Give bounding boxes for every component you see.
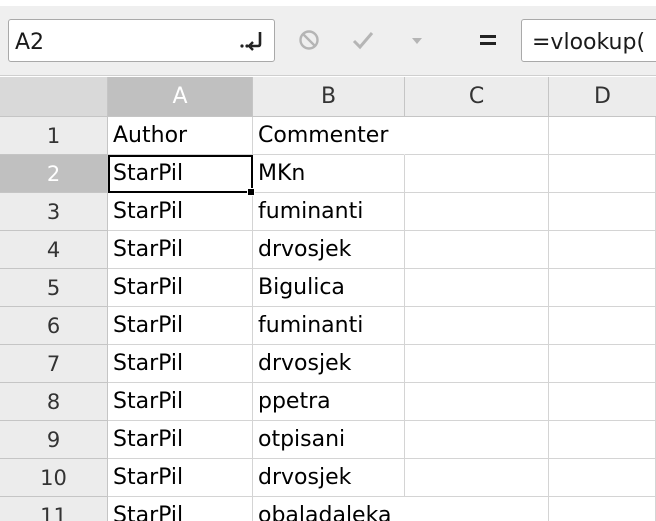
column-header-label: B	[320, 84, 337, 109]
cell-c11[interactable]	[405, 497, 549, 521]
cell-a4[interactable]: StarPil	[108, 231, 253, 269]
cell-a7[interactable]: StarPil	[108, 345, 253, 383]
name-box-value: A2	[15, 30, 45, 55]
name-box[interactable]: A2	[8, 19, 275, 62]
cell-a5[interactable]: StarPil	[108, 269, 253, 307]
cell-b9[interactable]: otpisani	[253, 421, 405, 459]
cell-b4[interactable]: drvosjek	[253, 231, 405, 269]
row-header[interactable]: 5	[0, 269, 108, 307]
cell-c7[interactable]	[405, 345, 549, 383]
cell-c2[interactable]	[405, 155, 549, 193]
row-header[interactable]: 3	[0, 193, 108, 231]
row-header[interactable]: 4	[0, 231, 108, 269]
row-header[interactable]: 10	[0, 459, 108, 497]
fill-handle[interactable]	[247, 188, 255, 196]
row-header[interactable]: 8	[0, 383, 108, 421]
cell-b5[interactable]: Bigulica	[253, 269, 405, 307]
cell-d2[interactable]	[549, 155, 656, 193]
cell-a3[interactable]: StarPil	[108, 193, 253, 231]
cell-a8[interactable]: StarPil	[108, 383, 253, 421]
cell-a11[interactable]: StarPil	[108, 497, 253, 521]
cell-d5[interactable]	[549, 269, 656, 307]
cell-b3[interactable]: fuminanti	[253, 193, 405, 231]
cell-a6[interactable]: StarPil	[108, 307, 253, 345]
cell-c1[interactable]	[405, 117, 549, 155]
cell-c6[interactable]	[405, 307, 549, 345]
cell-d9[interactable]	[549, 421, 656, 459]
chevron-down-icon[interactable]	[399, 22, 435, 58]
cell-a10[interactable]: StarPil	[108, 459, 253, 497]
cell-c3[interactable]	[405, 193, 549, 231]
cell-d10[interactable]	[549, 459, 656, 497]
cell-b6[interactable]: fuminanti	[253, 307, 405, 345]
cell-b7[interactable]: drvosjek	[253, 345, 405, 383]
cancel-icon[interactable]	[291, 22, 327, 58]
cell-a2[interactable]: StarPil	[108, 155, 253, 193]
cell-c8[interactable]	[405, 383, 549, 421]
formula-input[interactable]: =vlookup(	[521, 19, 656, 62]
formula-text: =vlookup(	[532, 30, 646, 55]
cell-b8[interactable]: ppetra	[253, 383, 405, 421]
cell-d8[interactable]	[549, 383, 656, 421]
return-arrow-icon[interactable]	[238, 28, 266, 52]
formula-bar: A2 =vlookup(	[0, 6, 656, 76]
row-header[interactable]: 7	[0, 345, 108, 383]
equals-icon[interactable]	[470, 22, 506, 58]
cell-a1[interactable]: Author	[108, 117, 253, 155]
row-header[interactable]: 9	[0, 421, 108, 459]
cell-b10[interactable]: drvosjek	[253, 459, 405, 497]
row-header[interactable]: 6	[0, 307, 108, 345]
row-header[interactable]: 1	[0, 117, 108, 155]
cell-d1[interactable]	[549, 117, 656, 155]
cell-d11[interactable]	[549, 497, 656, 521]
checkmark-icon[interactable]	[345, 22, 381, 58]
cell-c10[interactable]	[405, 459, 549, 497]
cell-a9[interactable]: StarPil	[108, 421, 253, 459]
cell-c4[interactable]	[405, 231, 549, 269]
cell-c5[interactable]	[405, 269, 549, 307]
spreadsheet-grid: A B C D 1 Author Commenter 2 StarPil MKn…	[0, 77, 656, 521]
column-header-a[interactable]: A	[108, 77, 253, 117]
column-header-label: A	[172, 84, 188, 109]
column-header-label: D	[594, 84, 611, 109]
column-header-d[interactable]: D	[549, 77, 656, 117]
row-header[interactable]: 2	[0, 155, 108, 193]
column-header-c[interactable]: C	[405, 77, 549, 117]
row-header[interactable]: 11	[0, 497, 108, 521]
cell-d7[interactable]	[549, 345, 656, 383]
cell-d3[interactable]	[549, 193, 656, 231]
select-all-corner[interactable]	[0, 77, 108, 117]
cell-d6[interactable]	[549, 307, 656, 345]
cell-b11[interactable]: obaladaleka	[253, 497, 405, 521]
column-header-label: C	[468, 84, 485, 109]
column-header-b[interactable]: B	[253, 77, 405, 117]
cell-d4[interactable]	[549, 231, 656, 269]
cell-c9[interactable]	[405, 421, 549, 459]
cell-b1[interactable]: Commenter	[253, 117, 405, 155]
cell-b2[interactable]: MKn	[253, 155, 405, 193]
